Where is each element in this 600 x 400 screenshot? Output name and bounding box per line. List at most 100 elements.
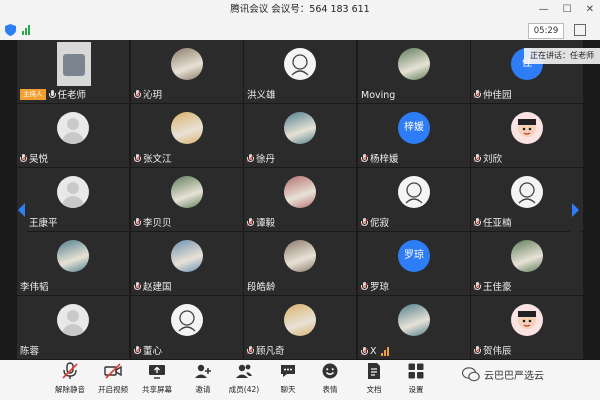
participant-name: 顾凡奇 <box>256 346 285 357</box>
toolbar-button-members[interactable]: 成员(42) <box>222 362 266 395</box>
mic-muted-icon <box>246 345 255 355</box>
participant-label: 仲佳园 <box>473 87 512 101</box>
participant-tile[interactable]: 李贝贝 <box>131 168 243 231</box>
mic-muted-icon <box>473 281 482 291</box>
participant-name: 罗琼 <box>370 282 390 293</box>
participant-tile[interactable]: 刘欣 <box>471 104 583 167</box>
mic-muted-icon <box>473 89 482 99</box>
avatar <box>511 112 543 144</box>
avatar <box>171 240 203 272</box>
shield-icon[interactable] <box>5 24 16 36</box>
toolbar-button-settings[interactable]: 设置 <box>394 362 438 395</box>
toolbar-button-video-off[interactable]: 开启视频 <box>91 362 135 395</box>
toolbar-button-share-screen[interactable]: 共享屏幕 <box>135 362 179 395</box>
participant-tile[interactable]: 吴悦 <box>17 104 129 167</box>
participant-tile[interactable]: 张文江 <box>131 104 243 167</box>
participant-name: 刘欣 <box>483 154 503 165</box>
mic-muted-icon <box>360 281 369 291</box>
participant-name: 张文江 <box>143 154 172 165</box>
mic-muted-icon <box>61 362 79 380</box>
participant-name: 王佳豪 <box>483 282 512 293</box>
avatar <box>284 304 316 336</box>
minimize-icon[interactable]: — <box>539 0 549 20</box>
toolbar-button-label: 共享屏幕 <box>142 385 172 394</box>
participant-label: 杨梓媛 <box>360 151 399 165</box>
participant-tile[interactable]: 梓媛 杨梓媛 <box>358 104 470 167</box>
participant-tile[interactable]: 顾凡奇 <box>244 296 356 359</box>
avatar <box>284 176 316 208</box>
network-signal-icon[interactable] <box>22 25 30 35</box>
fullscreen-icon[interactable] <box>574 24 586 36</box>
participant-name: 贺伟辰 <box>483 346 512 357</box>
video-grid: 主持人任老师沁玥洪义雄Moving佳仲佳园吴悦张文江徐丹梓媛杨梓媛刘欣王康平李贝… <box>17 40 583 360</box>
participant-tile[interactable]: 段皓龄 <box>244 232 356 295</box>
participant-label: 贺伟辰 <box>473 343 512 357</box>
mic-muted-icon <box>133 281 142 291</box>
participant-name: 徐丹 <box>256 154 276 165</box>
participant-tile[interactable]: 洪义雄 <box>244 40 356 103</box>
participant-label: 罗琼 <box>360 279 390 293</box>
participant-name: 赵建国 <box>143 282 172 293</box>
participant-tile[interactable]: 王佳豪 <box>471 232 583 295</box>
participant-tile[interactable]: Moving <box>358 40 470 103</box>
participant-tile[interactable]: 王康平 <box>17 168 129 231</box>
video-off-icon <box>104 362 122 380</box>
participant-tile[interactable]: X <box>358 296 470 359</box>
avatar <box>511 304 543 336</box>
window-title: 腾讯会议 会议号：564 183 611 <box>230 4 370 15</box>
participant-name: 任亚楠 <box>483 218 512 229</box>
maximize-icon[interactable]: ☐ <box>563 0 572 20</box>
participant-label: 赵建国 <box>133 279 172 293</box>
next-page-button[interactable] <box>570 185 580 235</box>
participant-label: 伲寂 <box>360 215 390 229</box>
participant-label: 沁玥 <box>133 87 162 101</box>
wechat-icon <box>462 367 480 382</box>
participant-tile[interactable]: 任亚楠 <box>471 168 583 231</box>
avatar <box>284 240 316 272</box>
toolbar-button-invite[interactable]: 邀请 <box>181 362 225 395</box>
participant-tile[interactable]: 伲寂 <box>358 168 470 231</box>
participant-name: X <box>370 346 377 357</box>
toolbar-button-emoji[interactable]: 表情 <box>308 362 352 395</box>
participant-label: 主持人 任老师 <box>20 87 86 101</box>
participant-tile[interactable]: 赵建国 <box>131 232 243 295</box>
toolbar-button-document[interactable]: 文档 <box>352 362 396 395</box>
participant-tile[interactable]: 贺伟辰 <box>471 296 583 359</box>
participant-tile[interactable]: 沁玥 <box>131 40 243 103</box>
mic-muted-icon <box>133 345 142 355</box>
participant-label: 李伟韬 <box>20 279 49 293</box>
avatar <box>171 112 203 144</box>
participant-label: 陈蓉 <box>20 343 39 357</box>
toolbar-button-label: 设置 <box>408 385 424 394</box>
participant-name: 伲寂 <box>370 218 390 229</box>
close-icon[interactable]: ✕ <box>586 0 594 20</box>
participant-tile[interactable]: 董心 <box>131 296 243 359</box>
avatar <box>171 176 203 208</box>
toolbar-button-label: 表情 <box>322 385 338 394</box>
participant-name: 洪义雄 <box>247 90 276 101</box>
toolbar-button-mic-muted[interactable]: 解除静音 <box>48 362 92 395</box>
avatar <box>171 304 203 336</box>
toolbar-button-chat[interactable]: 聊天 <box>266 362 310 395</box>
avatar <box>398 48 430 80</box>
prev-page-button[interactable] <box>17 185 27 235</box>
participant-tile[interactable]: 李伟韬 <box>17 232 129 295</box>
default-avatar-icon <box>57 304 89 336</box>
participant-name: 王康平 <box>29 218 58 229</box>
video-feed <box>57 42 91 86</box>
default-avatar-icon <box>57 176 89 208</box>
emoji-icon <box>321 362 339 380</box>
chat-icon <box>279 362 297 380</box>
mic-muted-icon <box>473 217 482 227</box>
participant-tile[interactable]: 主持人 任老师 <box>17 40 129 103</box>
participant-tile[interactable]: 徐丹 <box>244 104 356 167</box>
participant-tile[interactable]: 陈蓉 <box>17 296 129 359</box>
mic-muted-icon <box>19 153 28 163</box>
participant-tile[interactable]: 谭毅 <box>244 168 356 231</box>
participant-label: 李贝贝 <box>133 215 172 229</box>
participant-tile[interactable]: 罗琼 罗琼 <box>358 232 470 295</box>
share-screen-icon <box>148 362 166 380</box>
participant-name: 仲佳园 <box>483 90 512 101</box>
participant-label: 任亚楠 <box>473 215 512 229</box>
toolbar-button-label: 文档 <box>366 385 382 394</box>
